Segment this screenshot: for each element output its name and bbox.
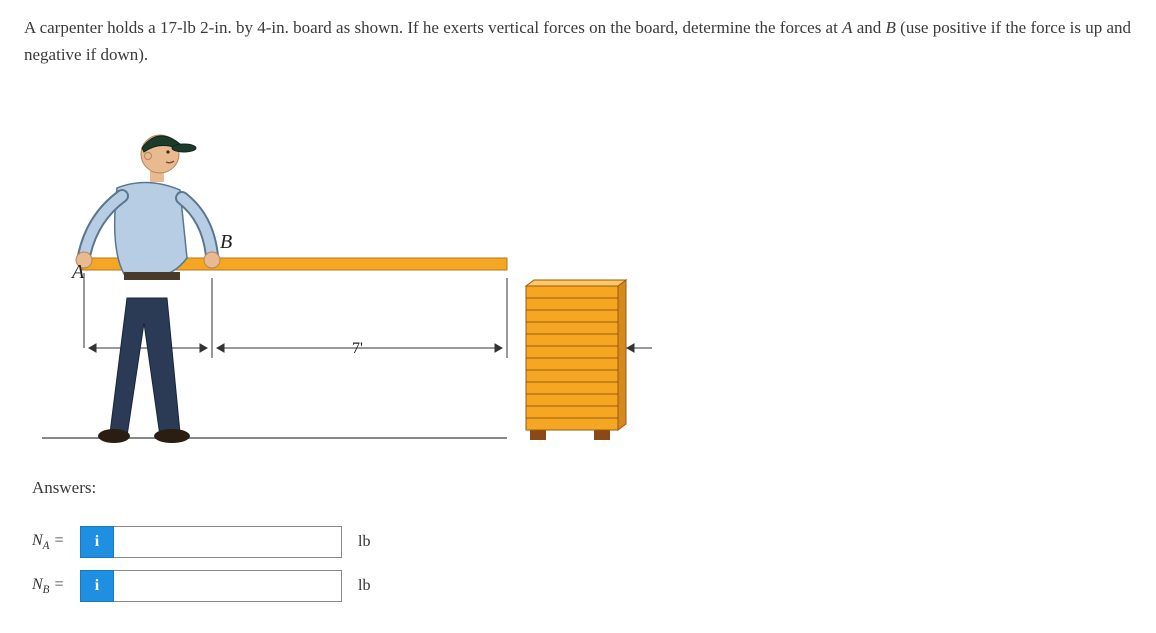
label-B: B (886, 18, 896, 37)
answer-row-NB: NB = i lb (32, 570, 1132, 602)
info-icon[interactable]: i (80, 526, 114, 558)
answers-title: Answers: (32, 478, 1132, 498)
unit-NB: lb (358, 577, 370, 595)
lumber-stack (526, 280, 626, 440)
input-NB[interactable] (114, 570, 342, 602)
unit-NA: lb (358, 533, 370, 551)
problem-text-1: A carpenter holds a 17-lb 2-in. by 4-in.… (24, 18, 842, 37)
problem-statement: A carpenter holds a 17-lb 2-in. by 4-in.… (24, 14, 1132, 68)
dim-right-label: 7' (352, 340, 363, 357)
point-B-label: B (220, 231, 232, 253)
problem-text-mid: and (852, 18, 885, 37)
point-A-label: A (70, 261, 85, 283)
input-NA[interactable] (114, 526, 342, 558)
answer-row-NA: NA = i lb (32, 526, 1132, 558)
answer-label-NB: NB = (32, 576, 80, 596)
answer-label-NA: NA = (32, 532, 80, 552)
label-A: A (842, 18, 852, 37)
problem-figure: 3' 7' (32, 98, 652, 458)
answers-block: Answers: NA = i lb NB = i lb (32, 478, 1132, 602)
info-icon[interactable]: i (80, 570, 114, 602)
